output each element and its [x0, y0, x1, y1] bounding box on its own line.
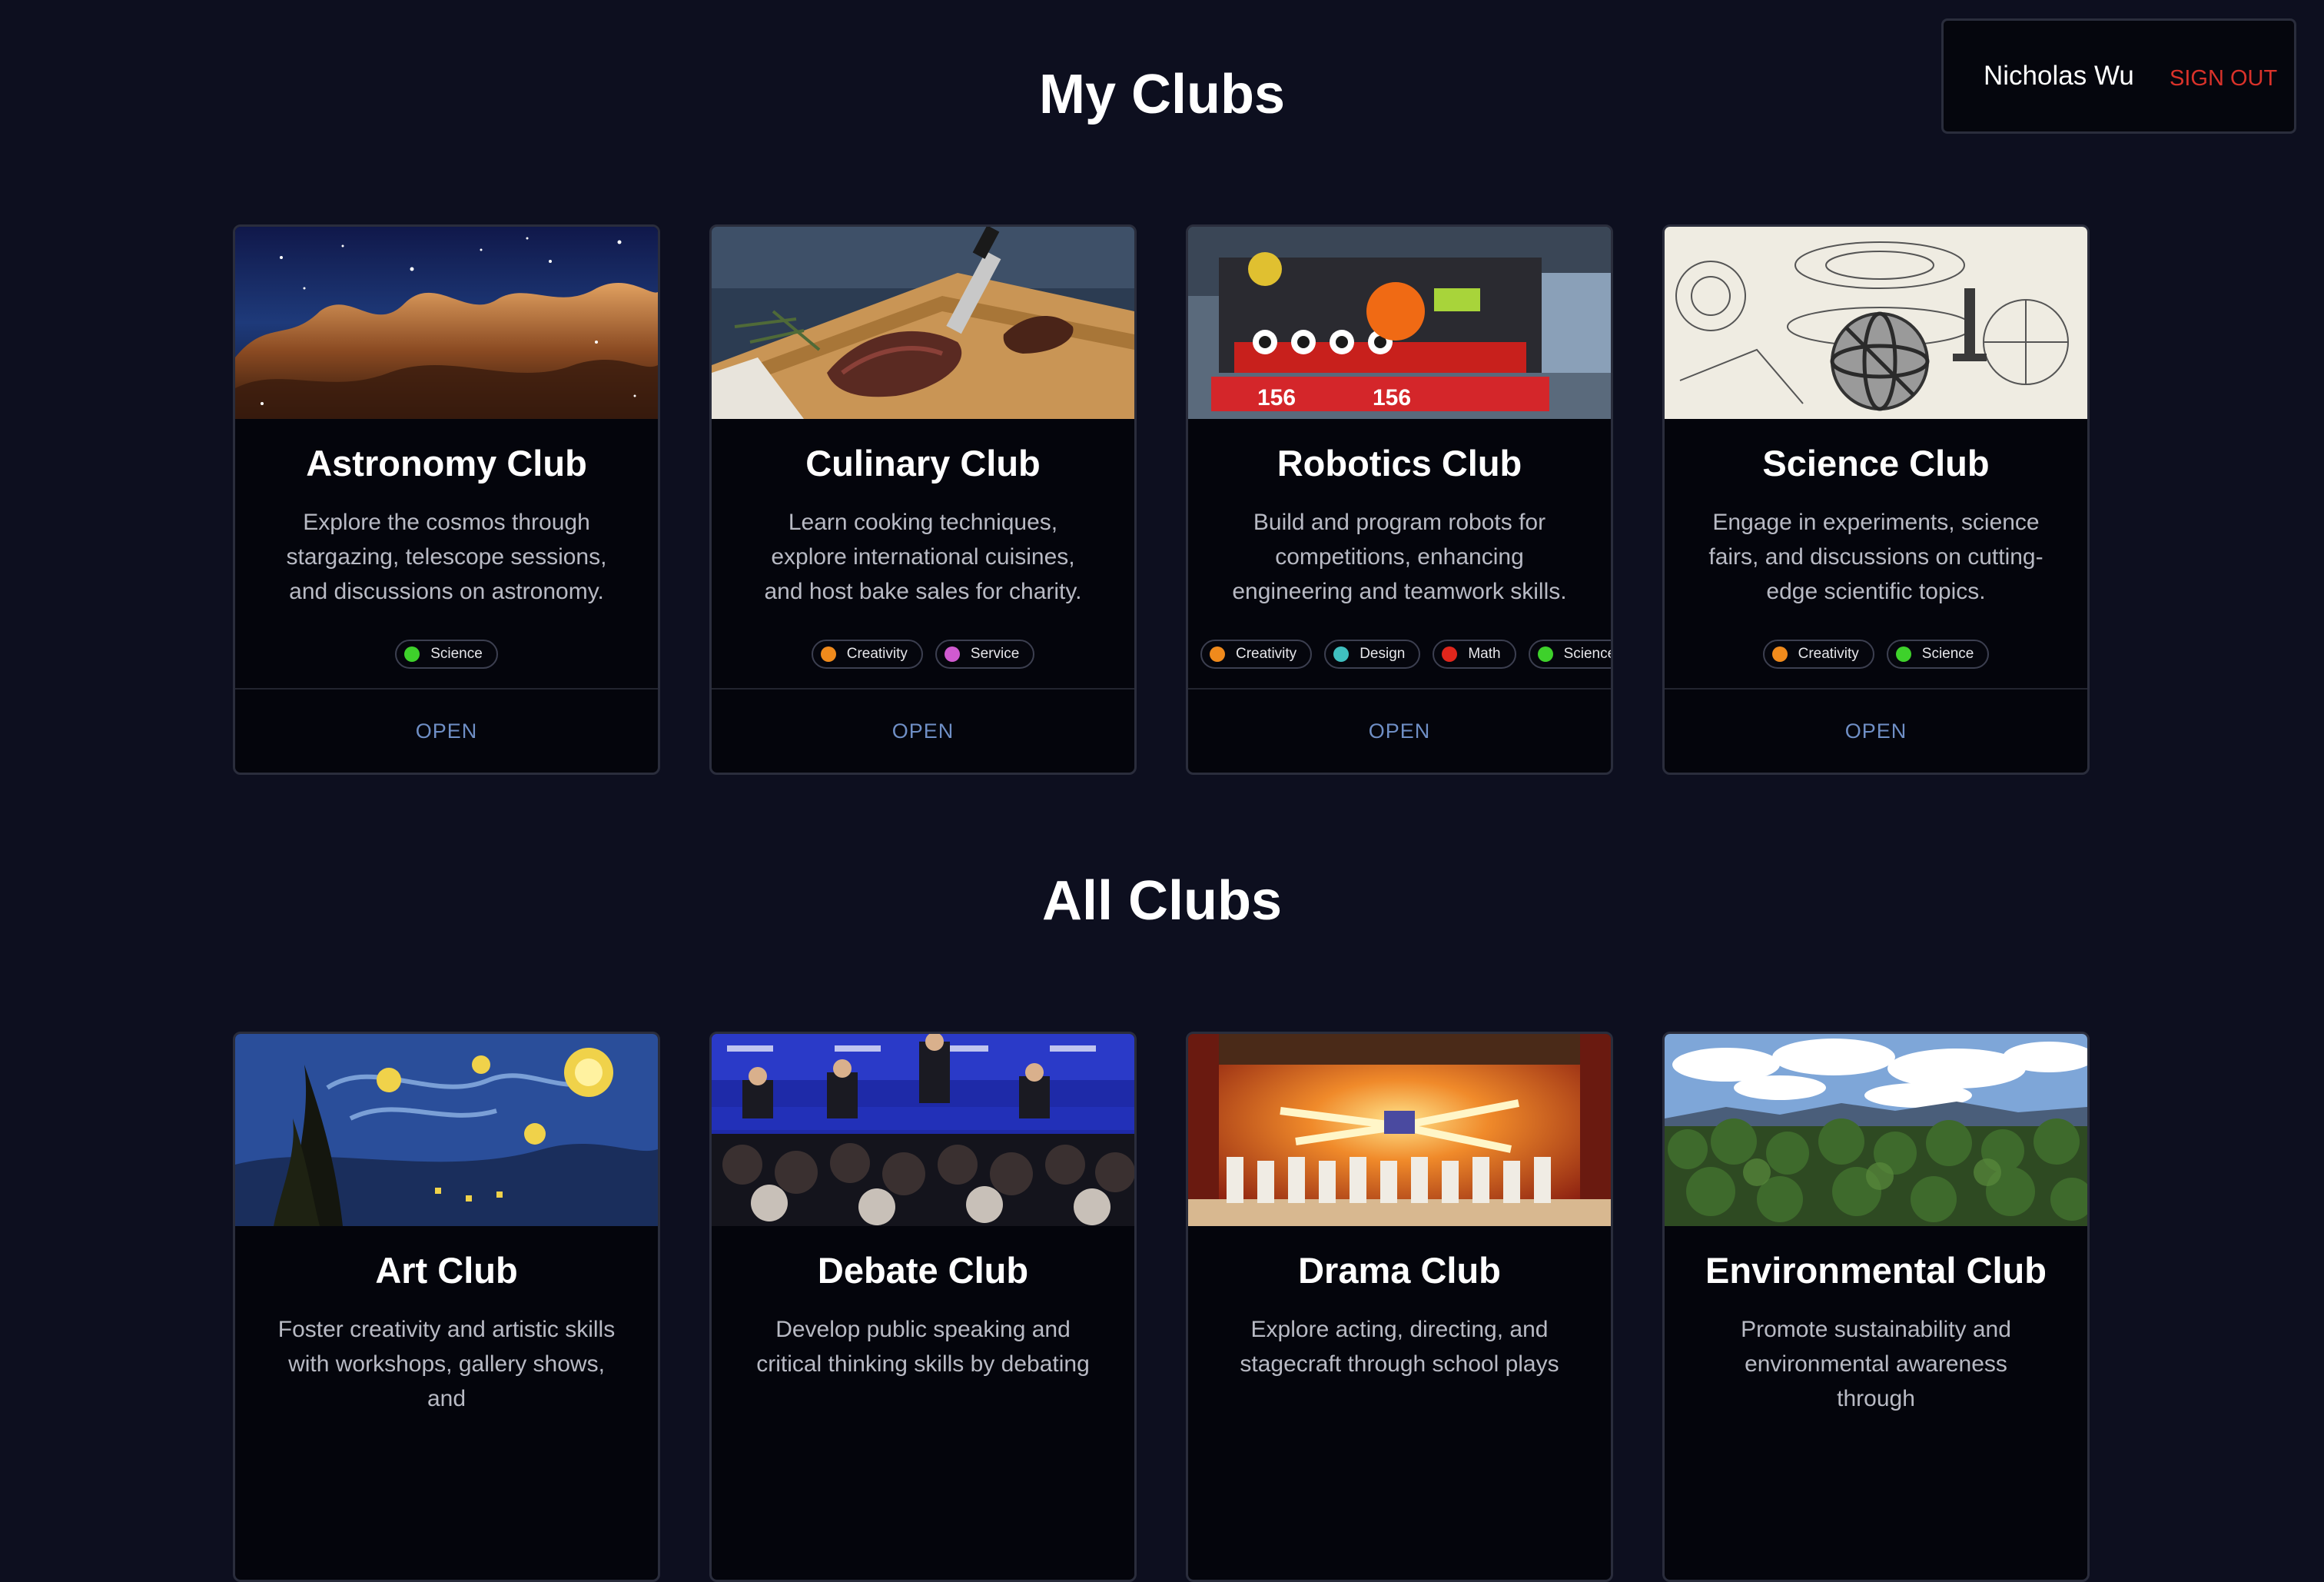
tag-science: Science	[395, 640, 498, 669]
tag-service: Service	[935, 640, 1035, 669]
club-card-science: Science Club Engage in experiments, scie…	[1662, 224, 2090, 775]
open-button[interactable]: OPEN	[1188, 690, 1611, 773]
club-card-astronomy: Astronomy Club Explore the cosmos throug…	[233, 224, 660, 775]
open-button[interactable]: OPEN	[712, 690, 1134, 773]
tag-label: Science	[1563, 646, 1613, 662]
club-title: Environmental Club	[1705, 1250, 2047, 1291]
tag-label: Science	[430, 646, 483, 662]
debate-image	[712, 1034, 1134, 1226]
club-card-drama: Drama Club Explore acting, directing, an…	[1186, 1032, 1613, 1582]
club-card-robotics: 156 156 Robotics Club Build and program …	[1186, 224, 1613, 775]
tag-creativity: Creativity	[1762, 640, 1874, 669]
club-description: Explore the cosmos through stargazing, t…	[286, 510, 607, 604]
stage-image	[1188, 1034, 1611, 1226]
club-title: Debate Club	[817, 1250, 1029, 1291]
tag-label: Service	[970, 646, 1020, 662]
sketch-image	[1665, 227, 2087, 419]
tag-label: Math	[1468, 646, 1501, 662]
tag-dot	[1442, 646, 1458, 662]
club-tags: Creativity Design Math Science	[1200, 640, 1613, 669]
club-title: Astronomy Club	[306, 443, 587, 484]
club-tags: Creativity Science	[1665, 640, 2087, 669]
tag-dot	[820, 646, 836, 662]
tag-label: Design	[1360, 646, 1406, 662]
club-description: Develop public speaking and critical thi…	[756, 1317, 1090, 1377]
open-button[interactable]: OPEN	[235, 690, 658, 773]
robot-number-text: 156	[1373, 385, 1411, 410]
tag-dot	[1895, 646, 1911, 662]
club-card-culinary: Culinary Club Learn cooking techniques, …	[709, 224, 1137, 775]
club-card-art: Art Club Foster creativity and artistic …	[233, 1032, 660, 1582]
club-description: Explore acting, directing, and stagecraf…	[1240, 1317, 1559, 1377]
tag-label: Creativity	[1798, 646, 1859, 662]
tag-dot	[1537, 646, 1553, 662]
club-title: Drama Club	[1298, 1250, 1501, 1291]
tag-math: Math	[1433, 640, 1516, 669]
open-button[interactable]: OPEN	[1665, 690, 2087, 773]
club-description: Engage in experiments, science fairs, an…	[1708, 510, 2043, 604]
tag-design: Design	[1324, 640, 1421, 669]
all-clubs-heading: All Clubs	[1041, 870, 1282, 932]
club-tags: Creativity Service	[712, 640, 1134, 669]
club-description: Promote sustainability and environmental…	[1741, 1317, 2011, 1411]
tag-creativity: Creativity	[811, 640, 923, 669]
forest-image	[1665, 1034, 2087, 1226]
tag-label: Creativity	[846, 646, 908, 662]
robot-number-text: 156	[1257, 385, 1296, 410]
club-title: Science Club	[1762, 443, 1990, 484]
starry-night-image	[235, 1034, 658, 1226]
my-clubs-heading: My Clubs	[1038, 64, 1286, 125]
tag-label: Science	[1921, 646, 1974, 662]
club-description: Build and program robots for competition…	[1232, 510, 1567, 604]
robot-image: 156 156	[1188, 227, 1611, 419]
tag-dot	[404, 646, 420, 662]
club-description: Foster creativity and artistic skills wi…	[277, 1317, 616, 1411]
tag-dot	[1210, 646, 1225, 662]
club-card-debate: Debate Club Develop public speaking and …	[709, 1032, 1137, 1582]
tag-creativity: Creativity	[1200, 640, 1313, 669]
tag-dot	[1333, 646, 1350, 662]
club-card-environmental: Environmental Club Promote sustainabilit…	[1662, 1032, 2090, 1582]
tag-science: Science	[1528, 640, 1613, 669]
tag-dot	[1771, 646, 1788, 662]
steak-image	[712, 227, 1134, 419]
tag-label: Creativity	[1236, 646, 1297, 662]
nebula-image	[235, 227, 658, 419]
tag-science: Science	[1886, 640, 1990, 669]
club-tags: Science	[235, 640, 658, 669]
club-title: Robotics Club	[1277, 443, 1522, 484]
tag-dot	[944, 646, 960, 662]
club-title: Culinary Club	[805, 443, 1041, 484]
club-title: Art Club	[375, 1250, 518, 1291]
club-description: Learn cooking techniques, explore intern…	[764, 510, 1082, 604]
